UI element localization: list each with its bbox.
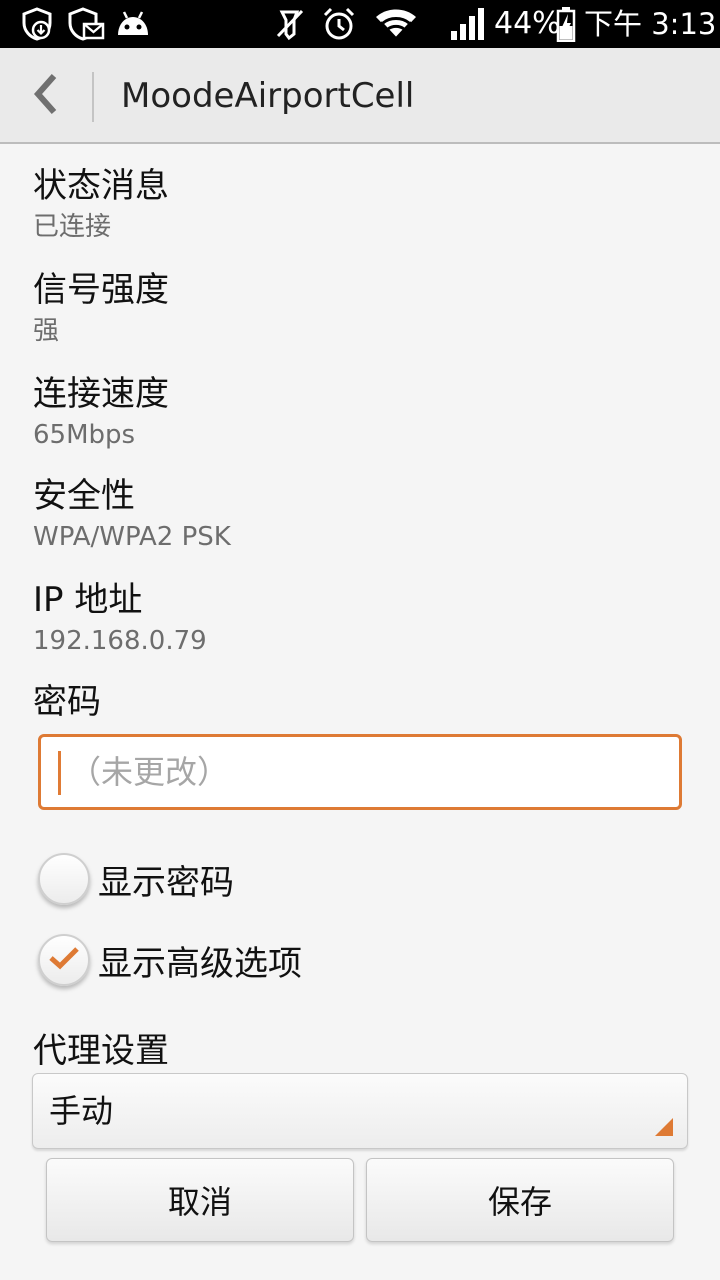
show-advanced-checkbox[interactable] — [38, 934, 90, 986]
save-button[interactable]: 保存 — [366, 1158, 674, 1242]
page-title: MoodeAirportCell — [121, 76, 415, 116]
action-bar: MoodeAirportCell — [0, 48, 720, 144]
clock: 下午 3:13 — [584, 7, 717, 41]
detail-value: 强 — [33, 316, 60, 346]
action-bar-divider — [92, 72, 94, 122]
detail-value: WPA/WPA2 PSK — [33, 522, 231, 552]
show-advanced-option[interactable]: 显示高级选项 — [38, 932, 302, 988]
proxy-selected-value: 手动 — [49, 1092, 114, 1130]
detail-label: 连接速度 — [33, 374, 169, 414]
chevron-left-icon — [30, 72, 60, 120]
back-button[interactable] — [0, 48, 90, 144]
detail-label: 信号强度 — [33, 270, 169, 310]
detail-label: 安全性 — [33, 476, 135, 516]
show-password-option[interactable]: 显示密码 — [38, 851, 234, 907]
text-cursor — [58, 751, 61, 795]
dropdown-corner-icon — [655, 1118, 673, 1136]
signal-icon — [448, 6, 486, 42]
proxy-label: 代理设置 — [33, 1031, 169, 1071]
detail-value: 65Mbps — [33, 420, 136, 450]
cancel-button[interactable]: 取消 — [46, 1158, 354, 1242]
show-password-checkbox[interactable] — [38, 853, 90, 905]
mute-icon — [272, 6, 308, 42]
checkmark-icon — [48, 945, 80, 975]
detail-value: 已连接 — [33, 212, 112, 242]
detail-label: 状态消息 — [33, 166, 169, 206]
status-bar: 44% 下午 3:13 — [0, 0, 720, 48]
shield-download-icon — [18, 6, 56, 42]
show-password-label: 显示密码 — [98, 862, 234, 903]
wifi-icon — [374, 6, 418, 42]
detail-value: 192.168.0.79 — [33, 626, 207, 656]
detail-label: IP 地址 — [33, 580, 143, 620]
password-input[interactable] — [69, 737, 669, 807]
battery-percent: 44% — [494, 6, 561, 41]
password-label: 密码 — [33, 682, 101, 722]
alarm-icon — [320, 6, 358, 42]
password-field-box[interactable] — [38, 734, 682, 810]
battery-charging-icon — [555, 6, 577, 42]
proxy-dropdown[interactable]: 手动 — [32, 1073, 688, 1149]
show-advanced-label: 显示高级选项 — [98, 943, 302, 984]
shield-mail-icon — [66, 6, 106, 42]
android-icon — [114, 6, 152, 42]
